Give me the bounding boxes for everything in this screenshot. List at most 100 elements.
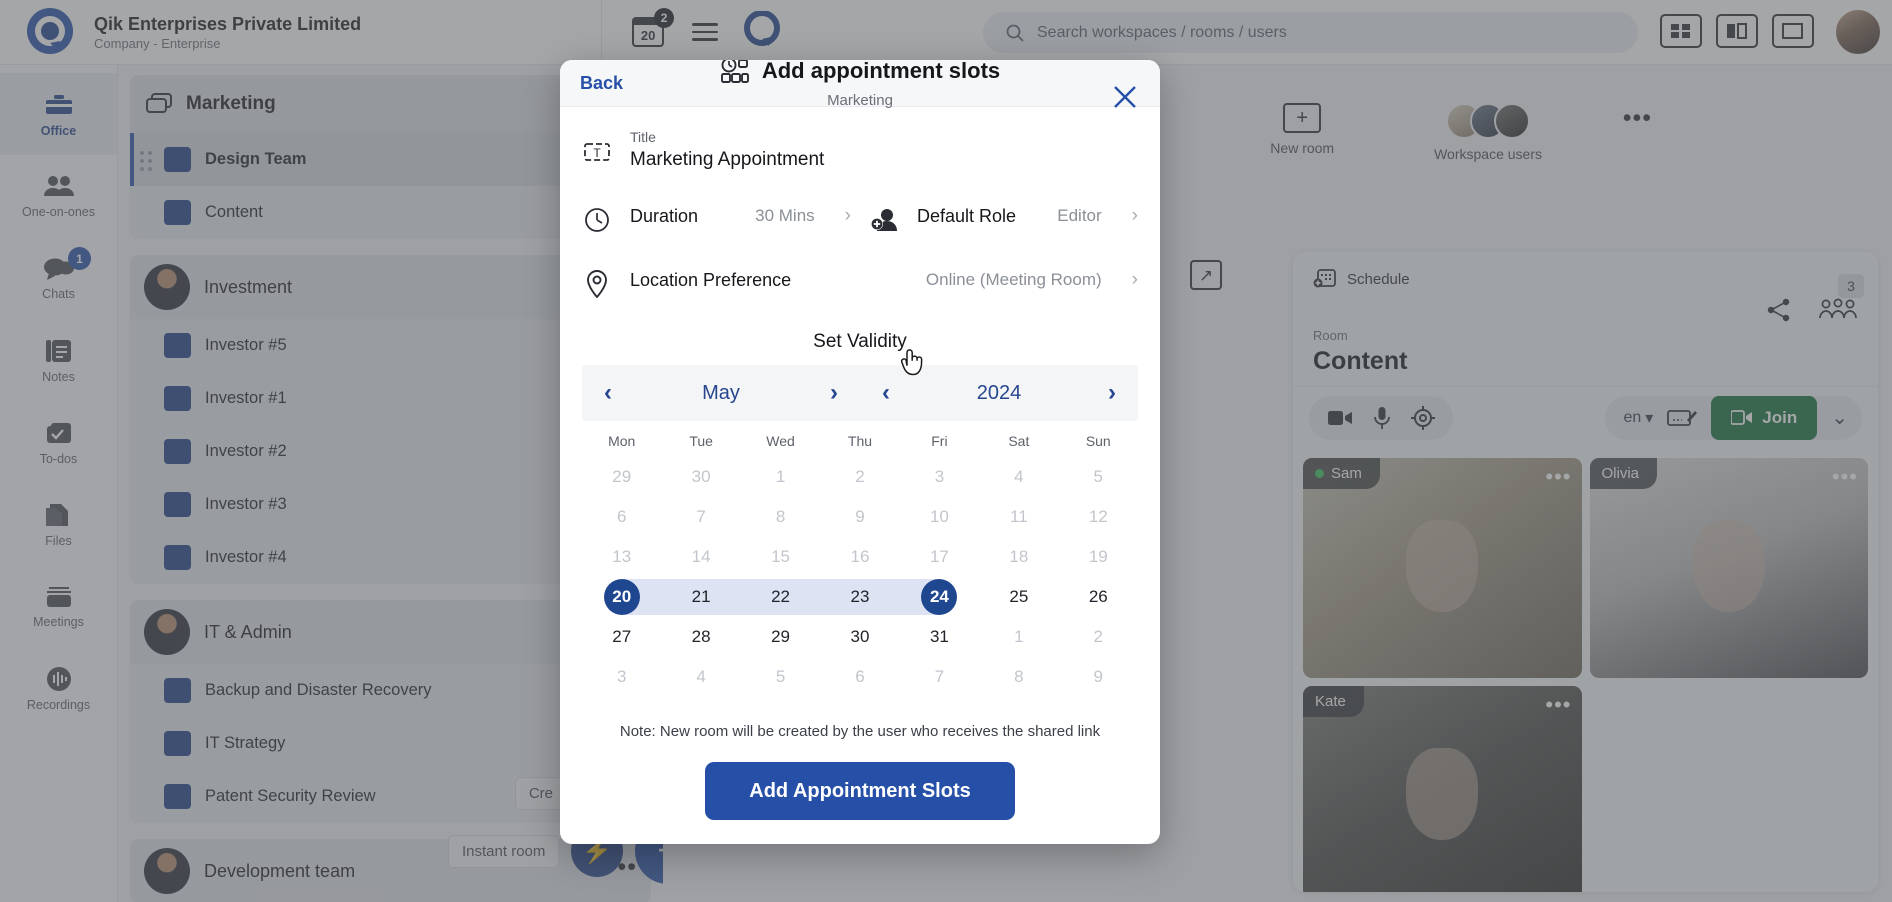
calendar-day-cell[interactable]: 3 xyxy=(900,457,979,497)
calendar-day-cell[interactable]: 29 xyxy=(741,617,820,657)
calendar-day-cell[interactable]: 30 xyxy=(820,617,899,657)
title-text-icon: T xyxy=(582,137,612,167)
dialog-note: Note: New room will be created by the us… xyxy=(619,723,1101,740)
calendar-day-cell[interactable]: 9 xyxy=(1059,657,1138,697)
calendar-day-cell[interactable]: 6 xyxy=(582,497,661,537)
calendar-day-cell[interactable]: 31 xyxy=(900,617,979,657)
calendar-day-cell[interactable]: 30 xyxy=(661,457,740,497)
calendar-day-number: 7 xyxy=(696,507,706,526)
calendar-day-cell[interactable]: 25 xyxy=(979,577,1058,617)
dialog-title-row: Add appointment slots xyxy=(720,60,1000,85)
calendar-day-number: 21 xyxy=(691,587,711,606)
calendar-day-cell[interactable]: 23 xyxy=(820,577,901,617)
calendar-day-number: 6 xyxy=(855,667,865,686)
calendar-day-number: 24 xyxy=(921,579,958,615)
mouse-cursor-icon xyxy=(898,345,928,387)
calendar-day-cell[interactable]: 17 xyxy=(900,537,979,577)
calendar-day-number: 4 xyxy=(696,667,706,686)
weekday-header-row: Mon Tue Wed Thu Fri Sat Sun xyxy=(582,433,1138,449)
calendar-day-number: 26 xyxy=(1088,587,1108,606)
clock-icon xyxy=(582,205,612,235)
calendar-day-cell[interactable]: 26 xyxy=(1059,577,1138,617)
calendar-day-cell[interactable]: 8 xyxy=(741,497,820,537)
location-value: Online (Meeting Room) xyxy=(925,270,1102,289)
calendar-day-cell[interactable]: 12 xyxy=(1059,497,1138,537)
appointment-slots-icon xyxy=(720,60,749,83)
calendar-day-number: 6 xyxy=(616,507,627,526)
calendar-day-cell[interactable]: 20 xyxy=(582,577,662,617)
calendar-day-cell[interactable]: 7 xyxy=(900,657,979,697)
calendar-day-number: 27 xyxy=(612,627,632,646)
calendar-day-cell[interactable]: 9 xyxy=(820,497,899,537)
calendar-day-number: 5 xyxy=(1093,467,1104,486)
svg-text:T: T xyxy=(593,146,601,160)
location-label: Location Preference xyxy=(630,269,792,290)
calendar-day-cell[interactable]: 11 xyxy=(979,497,1058,537)
calendar-day-number: 7 xyxy=(934,667,945,686)
dialog-footer: Add Appointment Slots xyxy=(582,762,1138,844)
calendar-day-cell[interactable]: 6 xyxy=(820,657,899,697)
title-field-row[interactable]: T Title Marketing Appointment xyxy=(582,107,1138,171)
calendar-day-cell[interactable]: 27 xyxy=(582,617,661,657)
calendar-day-cell[interactable]: 5 xyxy=(1059,457,1138,497)
set-validity-label: Set Validity xyxy=(813,331,907,352)
default-role-setting[interactable]: Default Role Editor › xyxy=(869,197,1138,235)
calendar-day-cell[interactable]: 14 xyxy=(661,537,740,577)
app-root: Qik Enterprises Private Limited Company … xyxy=(0,0,1892,902)
title-field-value[interactable]: Marketing Appointment xyxy=(630,149,824,171)
add-appointment-slots-button[interactable]: Add Appointment Slots xyxy=(705,762,1015,820)
weekday-label: Tue xyxy=(689,433,713,449)
back-button[interactable]: Back xyxy=(580,73,623,94)
prev-month-icon[interactable]: ‹ xyxy=(604,379,612,407)
calendar-day-cell[interactable]: 15 xyxy=(741,537,820,577)
calendar-day-cell[interactable]: 24 xyxy=(899,577,979,617)
next-year-icon[interactable]: › xyxy=(1108,379,1116,407)
add-person-icon xyxy=(869,205,899,235)
calendar-day-cell[interactable]: 2 xyxy=(1059,617,1138,657)
calendar-day-number: 14 xyxy=(691,547,711,566)
calendar-day-number: 17 xyxy=(929,547,949,566)
title-field: Title Marketing Appointment xyxy=(630,129,824,171)
calendar-day-cell[interactable]: 5 xyxy=(741,657,820,697)
location-pin-icon xyxy=(582,269,612,299)
calendar-day-number: 29 xyxy=(771,627,791,646)
calendar-day-number: 10 xyxy=(929,507,949,526)
location-preference-setting[interactable]: Location Preference Online (Meeting Room… xyxy=(582,261,1138,299)
calendar-day-cell[interactable]: 16 xyxy=(820,537,899,577)
set-validity-heading: Set Validity xyxy=(582,331,1138,376)
calendar-grid: 29 30 1 2 3 4 5 6 7 8 9 10 11 12 13 14 15 16 17 18 19 20 21 22 2… xyxy=(582,457,1138,697)
calendar-day-cell[interactable]: 22 xyxy=(740,577,821,617)
calendar-day-cell[interactable]: 18 xyxy=(979,537,1058,577)
calendar-day-cell[interactable]: 8 xyxy=(979,657,1058,697)
calendar-day-cell[interactable]: 2 xyxy=(820,457,899,497)
calendar-day-number: 30 xyxy=(850,627,870,646)
weekday-label: Sun xyxy=(1085,433,1111,449)
calendar-day-cell[interactable]: 3 xyxy=(582,657,661,697)
calendar-day-number: 5 xyxy=(775,667,786,686)
calendar-day-cell[interactable]: 1 xyxy=(979,617,1058,657)
next-month-icon[interactable]: › xyxy=(830,379,838,407)
calendar-day-number: 18 xyxy=(1009,547,1029,566)
calendar-day-cell[interactable]: 4 xyxy=(979,457,1058,497)
calendar-day-cell[interactable]: 10 xyxy=(900,497,979,537)
default-role-label: Default Role xyxy=(917,205,1017,226)
duration-setting[interactable]: Duration 30 Mins › xyxy=(582,197,851,235)
calendar-day-cell[interactable]: 1 xyxy=(741,457,820,497)
calendar-day-number: 9 xyxy=(1093,667,1104,686)
calendar-day-cell[interactable]: 19 xyxy=(1059,537,1138,577)
calendar-day-cell[interactable]: 13 xyxy=(582,537,661,577)
calendar-day-number: 1 xyxy=(775,467,786,486)
calendar-day-cell[interactable]: 29 xyxy=(582,457,661,497)
weekday-label: Mon xyxy=(608,433,636,449)
calendar-day-cell[interactable]: 4 xyxy=(661,657,740,697)
prev-year-icon[interactable]: ‹ xyxy=(882,379,890,407)
chevron-right-icon: › xyxy=(844,205,851,226)
calendar-day-number: 2 xyxy=(855,467,865,486)
calendar-day-cell[interactable]: 28 xyxy=(661,617,740,657)
calendar-day-cell[interactable]: 7 xyxy=(661,497,740,537)
calendar-day-number: 8 xyxy=(1014,667,1024,686)
calendar-day-number: 29 xyxy=(612,467,632,486)
calendar-day-number: 23 xyxy=(850,587,870,606)
close-icon[interactable] xyxy=(1112,84,1138,115)
calendar-day-cell[interactable]: 21 xyxy=(661,577,742,617)
